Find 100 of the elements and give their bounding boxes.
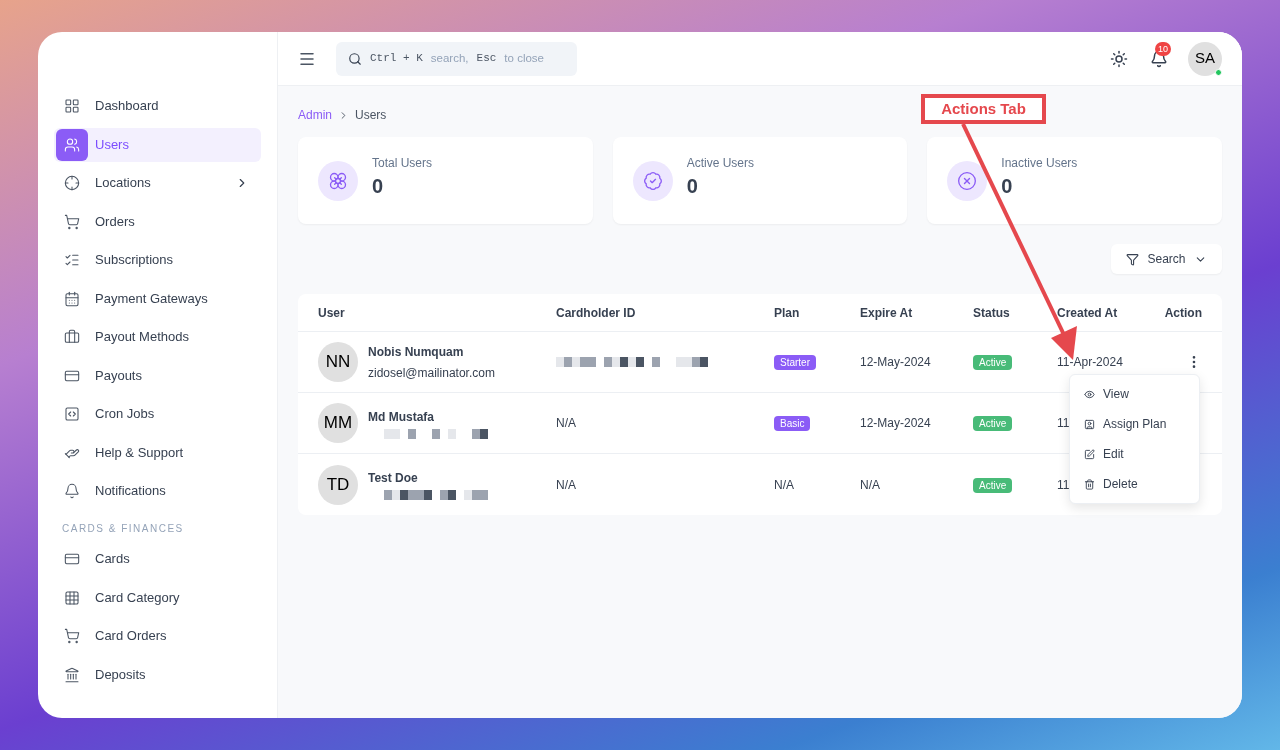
menu-item[interactable]: Assign Plan	[1070, 409, 1199, 439]
column-header: User	[318, 304, 346, 322]
sidebar-label: Payout Methods	[95, 328, 190, 347]
badge-check-icon	[642, 170, 663, 191]
table-cell-text: 11	[1057, 476, 1070, 494]
sidebar-item[interactable]: Locations	[54, 166, 261, 200]
breadcrumb-current: Users	[355, 107, 387, 124]
stat-value: 0	[686, 173, 699, 199]
sidebar-label: Card Category	[95, 588, 181, 607]
sidebar-item[interactable]: Help & Support	[54, 435, 261, 470]
cart-icon	[64, 628, 80, 644]
status-badge: Active	[973, 416, 1013, 431]
shortcut-key: Ctrl + K	[370, 50, 423, 67]
calendar-icon	[64, 290, 80, 307]
cart-icon	[64, 213, 80, 230]
sidebar-item[interactable]: Users	[54, 127, 261, 162]
filter-icon	[1126, 252, 1140, 266]
table-cell-text: 12-May-2024	[860, 354, 932, 371]
stat-label: Inactive Users	[1001, 154, 1078, 172]
table-cell-text: 12-May-2024	[860, 415, 932, 432]
sidebar-item[interactable]: Deposits	[54, 657, 261, 692]
status-badge: Active	[973, 355, 1013, 370]
theme-icon[interactable]	[1110, 49, 1128, 68]
user-avatar: NN	[318, 342, 358, 382]
sidebar-item[interactable]: Payment Gateways	[54, 281, 261, 316]
sidebar-item[interactable]: Card Orders	[54, 619, 261, 653]
trash-icon	[1084, 478, 1095, 490]
menu-item[interactable]: Delete	[1070, 469, 1199, 499]
bank-icon	[64, 666, 80, 683]
search-icon	[348, 51, 362, 66]
edit-icon	[1084, 448, 1095, 460]
sidebar-item[interactable]: Notifications	[54, 474, 261, 508]
sidebar-item[interactable]: Cards	[54, 542, 261, 576]
column-header: Plan	[774, 304, 801, 322]
sidebar-label: Cron Jobs	[95, 405, 156, 424]
user-name: Test Doe	[368, 470, 419, 487]
crosshair-icon	[64, 175, 80, 191]
sidebar-item[interactable]: Payout Methods	[54, 320, 261, 354]
stat-label: Active Users	[686, 154, 754, 172]
bell-icon	[64, 483, 80, 499]
sidebar-item[interactable]: Dashboard	[54, 89, 261, 123]
stat-value: 0	[1001, 173, 1014, 199]
sidebar-label: Locations	[95, 174, 152, 193]
sidebar-label: Payouts	[95, 366, 143, 385]
sidebar-label: Deposits	[95, 665, 147, 684]
sidebar-label: Subscriptions	[95, 251, 175, 270]
annotation-label: Actions Tab	[921, 94, 1046, 124]
column-header: Created At	[1057, 304, 1119, 322]
flower-icon	[328, 170, 348, 191]
user-avatar: MM	[318, 403, 358, 443]
column-header: Action	[1164, 304, 1202, 322]
status-badge: Active	[973, 477, 1013, 493]
notification-badge: 10	[1155, 41, 1171, 56]
list-icon	[64, 252, 80, 268]
table-cell-text: 11	[1057, 415, 1070, 432]
user-name: Md Mustafa	[368, 408, 435, 426]
sidebar-label: Help & Support	[95, 443, 185, 462]
column-header: Expire At	[860, 304, 914, 322]
sidebar-label: Orders	[95, 212, 136, 231]
sidebar-label: Notifications	[95, 482, 167, 501]
sidebar-item[interactable]: Orders	[54, 204, 261, 239]
code-icon	[64, 406, 80, 422]
shortcut-key: Esc	[476, 50, 497, 67]
sidebar-item[interactable]: Cron Jobs	[54, 397, 261, 431]
table-cell: N/A	[556, 416, 576, 430]
section-title: CARDS & FINANCES	[61, 521, 185, 536]
menu-item[interactable]: View	[1070, 379, 1199, 409]
user-square-icon	[1084, 418, 1095, 430]
plan-badge: Starter	[774, 355, 816, 370]
search-hint: to close	[504, 50, 544, 66]
search-field[interactable]: Ctrl + K search, Esc to close	[336, 41, 577, 76]
sidebar-label: Cards	[95, 550, 131, 569]
user-avatar: TD	[318, 464, 358, 505]
x-circle-icon	[957, 170, 978, 191]
column-header: Cardholder ID	[556, 304, 637, 322]
sidebar-label: Dashboard	[95, 97, 160, 116]
user-email: zidosel@mailinator.com	[368, 364, 495, 382]
card-icon	[64, 551, 80, 567]
stat-label: Total Users	[372, 154, 433, 172]
sidebar-label: Card Orders	[95, 627, 168, 646]
filter-button[interactable]: Search	[1111, 244, 1222, 274]
table-cell-text: 11-Apr-2024	[1057, 354, 1123, 371]
sidebar-item[interactable]: Card Category	[54, 580, 261, 615]
sidebar-label: Users	[95, 135, 130, 154]
sidebar-label: Payment Gateways	[95, 289, 209, 308]
sidebar-item[interactable]: Payouts	[54, 358, 261, 393]
table-cell: N/A	[556, 477, 576, 492]
sidebar-item[interactable]: Subscriptions	[54, 243, 261, 277]
dashboard-icon	[64, 98, 80, 114]
table-cell-text: N/A	[860, 476, 881, 494]
briefcase-icon	[64, 329, 80, 345]
menu-item[interactable]: Edit	[1070, 439, 1199, 469]
eye-icon	[1084, 388, 1095, 400]
column-header: Status	[973, 304, 1011, 322]
table-cell: N/A	[774, 477, 794, 492]
users-icon	[64, 136, 80, 153]
breadcrumb-link[interactable]: Admin	[298, 106, 332, 124]
search-hint: search,	[430, 50, 469, 66]
user-name: Nobis Numquam	[368, 343, 465, 361]
avatar[interactable]: SA	[1188, 41, 1222, 76]
